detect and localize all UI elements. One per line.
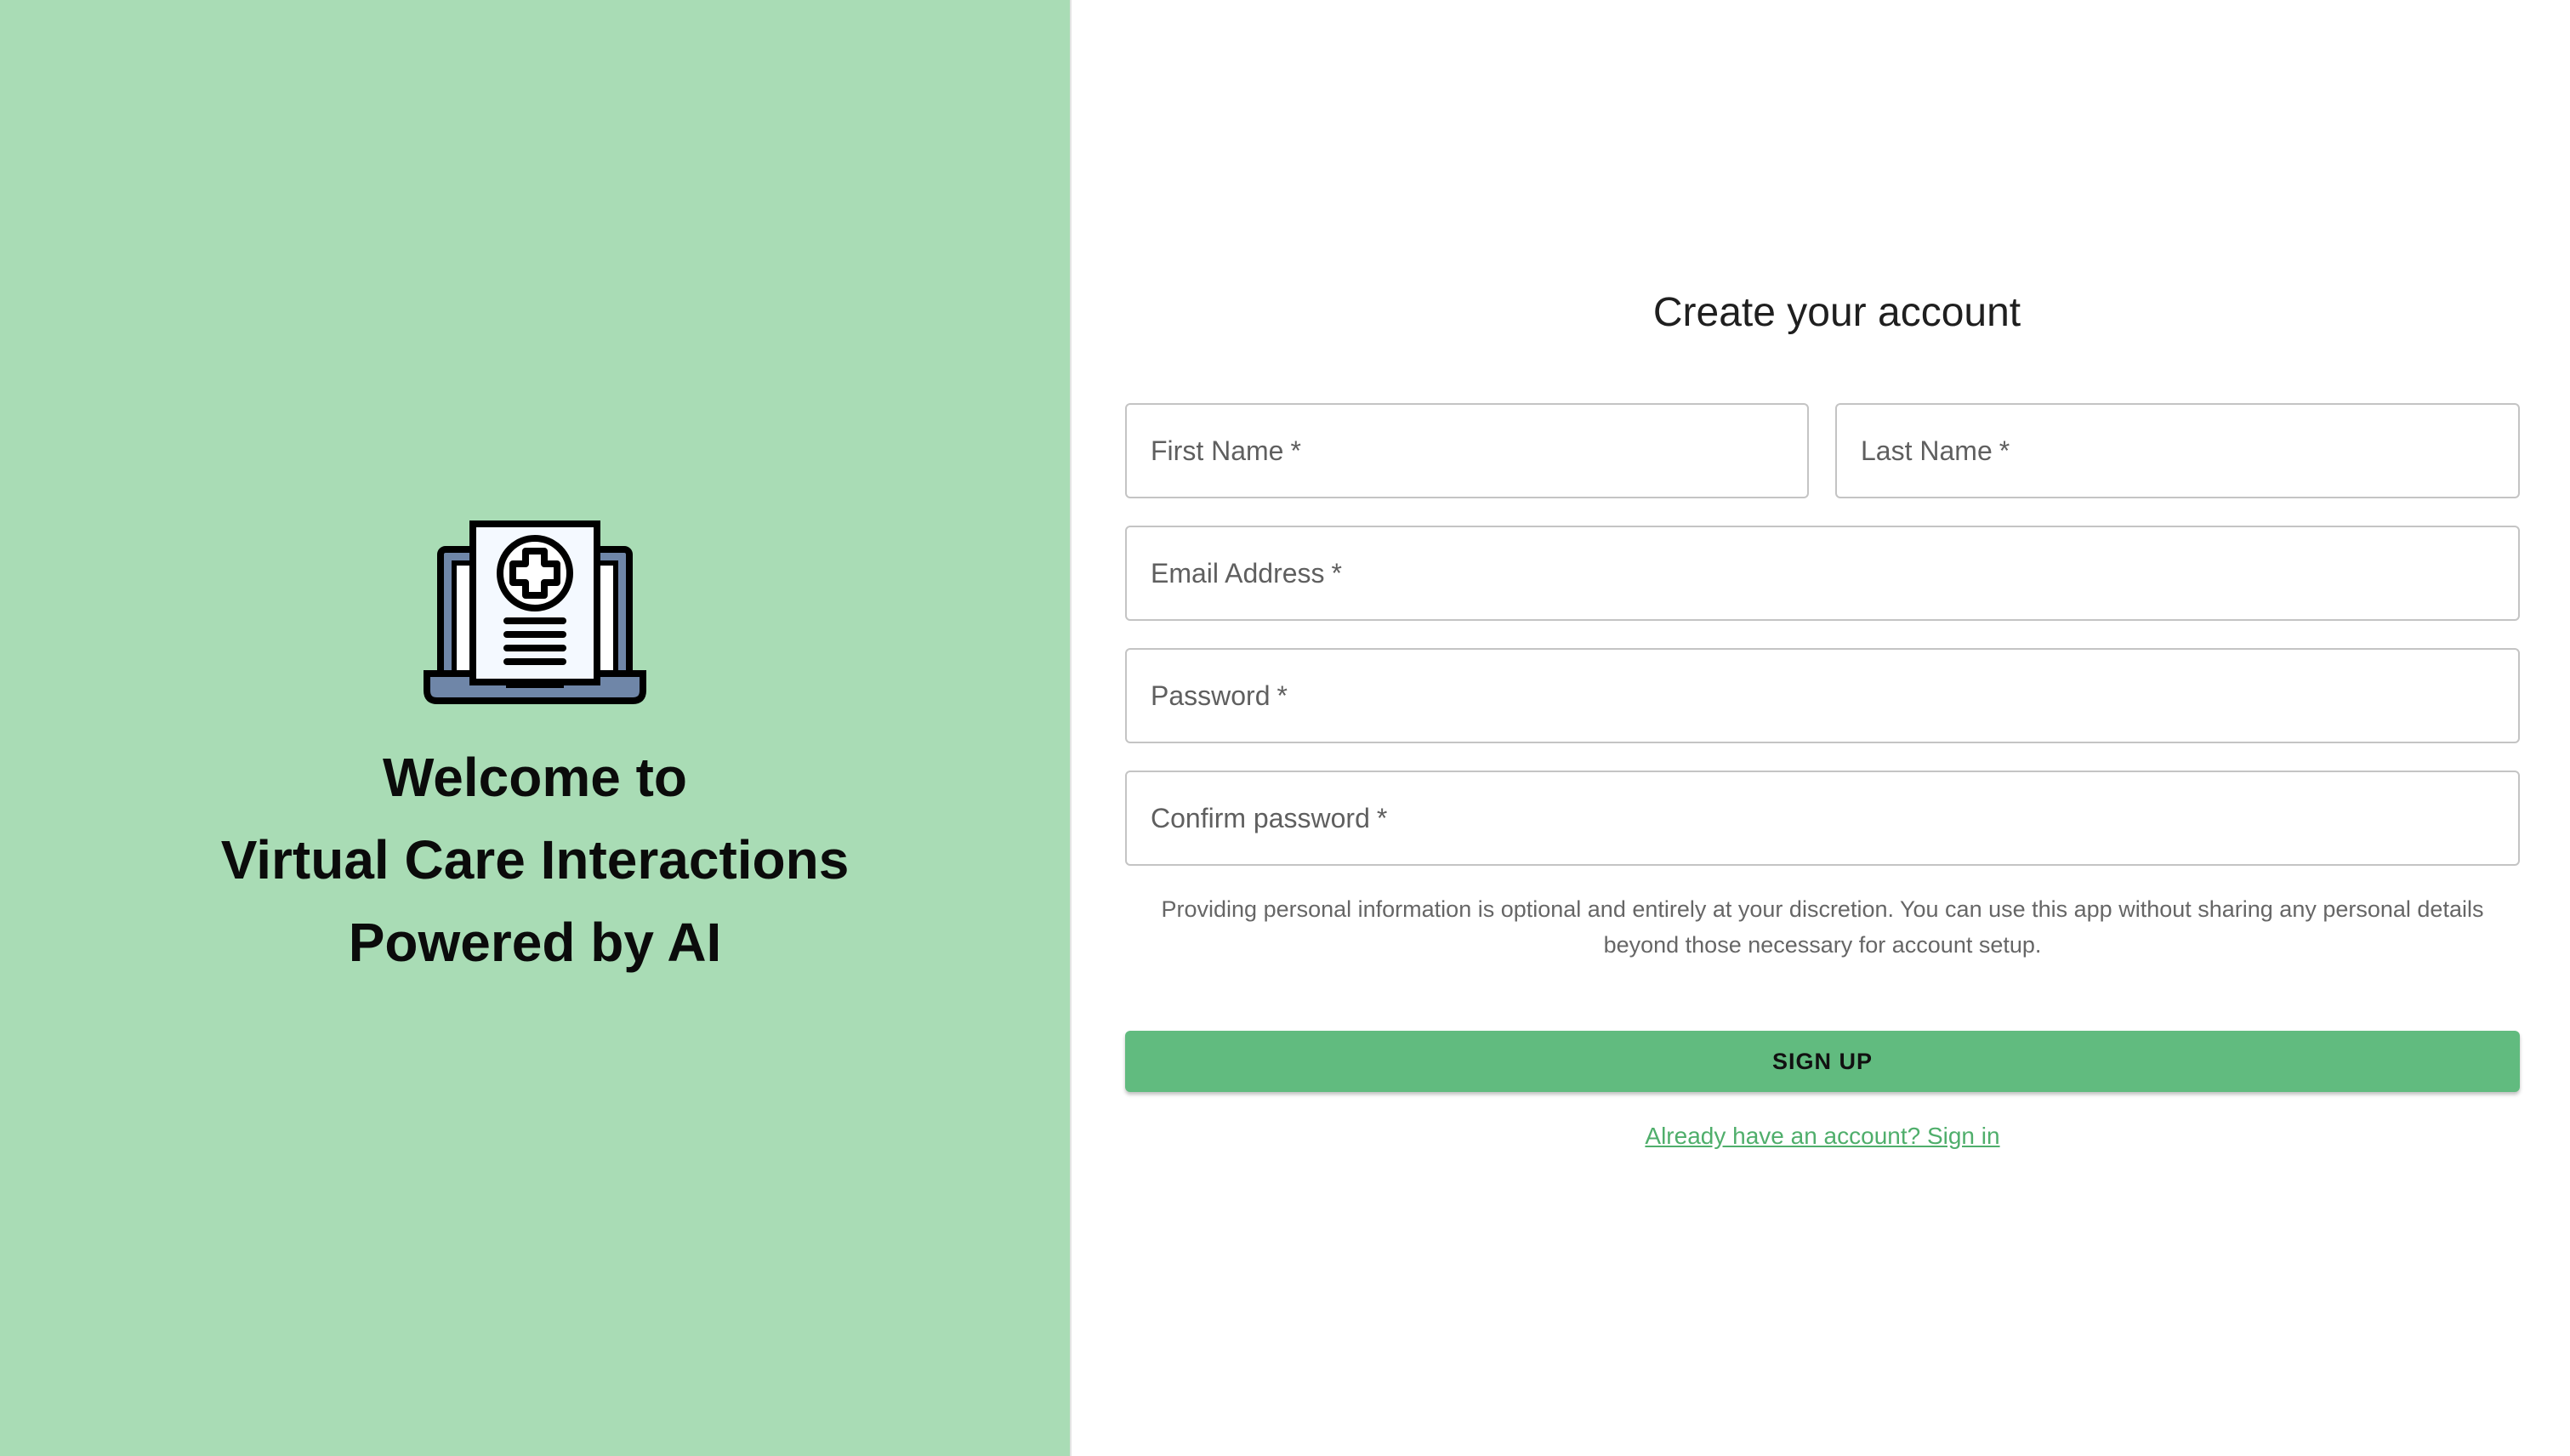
form-title: Create your account [1652,290,2021,335]
required-marker: * [1331,557,1342,589]
first-name-field[interactable]: First Name * [1125,403,1809,498]
first-name-placeholder: First Name [1151,435,1284,466]
laptop-medical-document-icon [424,520,646,704]
welcome-line-1: Welcome to [383,747,687,808]
required-marker: * [1290,435,1301,466]
required-marker: * [1376,802,1388,833]
welcome-heading: Welcome to Virtual Care Interactions Pow… [0,737,1070,984]
last-name-placeholder: Last Name [1861,435,1993,466]
last-name-field[interactable]: Last Name * [1835,403,2520,498]
email-placeholder: Email Address [1151,557,1325,589]
welcome-panel: Welcome to Virtual Care Interactions Pow… [0,0,1072,1456]
confirm-password-field[interactable]: Confirm password * [1125,771,2520,866]
welcome-line-2: Virtual Care Interactions [220,829,850,890]
required-marker: * [1999,435,2010,466]
sign-up-button[interactable]: SIGN UP [1125,1031,2520,1092]
sign-in-link[interactable]: Already have an account? Sign in [1125,1123,2520,1150]
privacy-disclaimer: Providing personal information is option… [1161,896,2484,958]
welcome-line-3: Powered by AI [348,912,722,973]
signup-form-panel: Create your account First Name * Last Nam… [1072,0,2570,1456]
confirm-password-placeholder: Confirm password [1151,802,1370,833]
email-field[interactable]: Email Address * [1125,526,2520,621]
signup-page: Welcome to Virtual Care Interactions Pow… [0,0,2570,1456]
password-placeholder: Password [1151,680,1271,711]
password-field[interactable]: Password * [1125,648,2520,743]
required-marker: * [1276,680,1288,711]
